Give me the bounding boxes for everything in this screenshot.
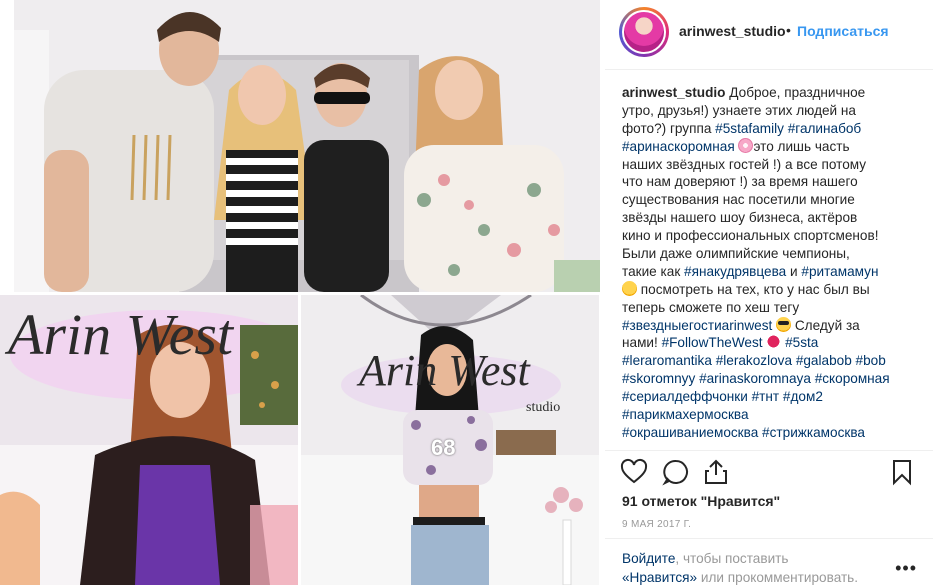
- caption-username-link[interactable]: arinwest_studio: [622, 85, 726, 100]
- caption-line: что нам доверяют !) за время нашего: [622, 173, 922, 191]
- caption-line: посмотреть на тех, кто у нас был вы: [622, 280, 922, 299]
- caption-line: звёзды нашего шоу бизнеса, актёров: [622, 209, 922, 227]
- caption-text: теперь сможете по хеш тегу: [622, 299, 800, 315]
- caption-line: существования нас посетили многие: [622, 191, 922, 209]
- likes-count[interactable]: 91 отметок "Нравится": [622, 493, 780, 509]
- hashtag-link[interactable]: #leraromantika: [622, 353, 712, 368]
- caption-text: Доброе, праздничное: [725, 85, 866, 100]
- caption-text: нами!: [622, 335, 662, 351]
- like-link[interactable]: «Нравится»: [622, 570, 697, 585]
- hashtag-link[interactable]: #тнт: [752, 389, 780, 404]
- hashtag-link[interactable]: #arinaskoromnaya: [699, 371, 811, 386]
- hashtag-link[interactable]: #янакудрявцева: [684, 264, 786, 279]
- caption-text: звёзды нашего шоу бизнеса, актёров: [622, 210, 858, 226]
- hashtag-link[interactable]: #стрижкамосква: [762, 425, 865, 440]
- post-header: arinwest_studio • Подписаться: [605, 0, 933, 70]
- hashtag-link[interactable]: #galabob: [796, 353, 852, 368]
- caption-line: #звездныегостиarinwest Следуй за: [622, 316, 922, 335]
- share-button[interactable]: [701, 457, 731, 487]
- caption-line: Были даже олимпийские чемпионы,: [622, 245, 922, 263]
- more-options-icon[interactable]: •••: [895, 558, 917, 579]
- caption-text: посмотреть на тех, кто у нас был вы: [637, 281, 870, 297]
- login-link[interactable]: Войдите: [622, 551, 675, 566]
- kiss-emoji-icon: [766, 334, 782, 350]
- caption-line: кино и профессиональных спортсменов!: [622, 227, 922, 245]
- caption-line: такие как #янакудрявцева и #ритамамун: [622, 263, 922, 281]
- hashtag-link[interactable]: #FollowTheWest: [662, 335, 763, 350]
- caption-text: Были даже олимпийские чемпионы,: [622, 246, 850, 262]
- caption-text: такие как: [622, 263, 685, 279]
- studio-sign-right: Arin West: [359, 346, 530, 395]
- header-username-link[interactable]: arinwest_studio: [679, 23, 786, 39]
- login-prompt-text: , чтобы поставить: [675, 551, 789, 566]
- hashtag-link[interactable]: #скоромная: [815, 371, 890, 386]
- post-date[interactable]: 9 МАЯ 2017 Г.: [622, 519, 691, 530]
- shirt-number: 68: [431, 435, 456, 460]
- hashtag-link[interactable]: #окрашиваниемосква: [622, 425, 758, 440]
- caption-line: фото?) группа #5stafamily #галинабоб: [622, 120, 922, 138]
- studio-sign-subtitle: studio: [526, 400, 561, 415]
- hashtag-link[interactable]: #сериалдеффчонки: [622, 389, 748, 404]
- hashtag-link[interactable]: #lerakozlova: [716, 353, 792, 368]
- caption-line: #skoromnyy #arinaskoromnaya #скоромная: [622, 370, 922, 388]
- caption-line: arinwest_studio Доброе, праздничное: [622, 84, 922, 102]
- caption-text: кино и профессиональных спортсменов!: [622, 228, 879, 244]
- cool-emoji-icon: [776, 316, 792, 332]
- hashtag-link[interactable]: #5sta: [785, 335, 818, 350]
- hashtag-link[interactable]: #аринаскоромная: [622, 139, 735, 154]
- header-separator: •: [786, 22, 791, 38]
- caption-line: наших звёздных гостей !) а все потому: [622, 156, 922, 174]
- like-button[interactable]: [619, 457, 649, 487]
- post-media-collage[interactable]: Arin West Arin West studio 68: [0, 0, 605, 585]
- caption-text: утро, друзья!) узнаете этих людей на: [622, 102, 856, 118]
- follow-button[interactable]: Подписаться: [797, 23, 889, 39]
- comment-icon: [662, 459, 688, 486]
- caption-text: Следуй за: [791, 317, 860, 333]
- caption-line: теперь сможете по хеш тегу: [622, 299, 922, 317]
- hashtag-link[interactable]: #галинабоб: [788, 121, 862, 136]
- flower-emoji-icon: [738, 137, 754, 153]
- hashtag-link[interactable]: #ритамамун: [801, 264, 878, 279]
- caption-line: #парикмахермосква: [622, 406, 922, 424]
- smile-emoji-icon: [622, 280, 637, 296]
- hashtag-link[interactable]: #5stafamily: [715, 121, 784, 136]
- caption-line: #аринаскоромная это лишь часть: [622, 137, 922, 156]
- avatar[interactable]: [622, 10, 666, 54]
- caption-text: наших звёздных гостей !) а все потому: [622, 156, 867, 172]
- caption-text: что нам доверяют !) за время нашего: [622, 174, 858, 190]
- hashtag-link[interactable]: #дом2: [783, 389, 823, 404]
- hashtag-link[interactable]: #skoromnyy: [622, 371, 695, 386]
- caption-line: #сериалдеффчонки #тнт #дом2: [622, 388, 922, 406]
- save-button[interactable]: [887, 457, 917, 487]
- woman-crop-top-photo: Arin West studio 68: [301, 295, 599, 585]
- hashtag-link[interactable]: #парикмахермосква: [622, 407, 749, 422]
- caption-line: #окрашиваниемосква #стрижкамосква: [622, 424, 922, 442]
- woman-leather-jacket-photo: Arin West: [0, 295, 298, 585]
- share-icon: [705, 459, 727, 484]
- group-photo-illustration: [14, 0, 600, 292]
- caption-line: #leraromantika #lerakozlova #galabob #bo…: [622, 352, 922, 370]
- heart-icon: [620, 458, 648, 484]
- bookmark-icon: [893, 460, 911, 486]
- caption-text: это лишь часть: [753, 138, 850, 154]
- caption-text: фото?) группа: [622, 120, 716, 136]
- post-action-bar: [605, 450, 933, 494]
- caption-line: нами! #FollowTheWest #5sta: [622, 334, 922, 352]
- group-photo: [14, 0, 600, 292]
- hashtag-link[interactable]: #bob: [856, 353, 886, 368]
- comment-button[interactable]: [661, 457, 691, 487]
- caption-line: утро, друзья!) узнаете этих людей на: [622, 102, 922, 120]
- avatar-story-ring[interactable]: [619, 7, 669, 57]
- hashtag-link[interactable]: #звездныегостиarinwest: [622, 318, 772, 333]
- login-prompt: Войдите, чтобы поставить «Нравится» или …: [605, 538, 933, 585]
- post-side-panel: arinwest_studio • Подписаться arinwest_s…: [605, 0, 933, 585]
- caption-text: и: [786, 263, 802, 279]
- comment-prompt-text: или прокомментировать.: [697, 570, 859, 585]
- studio-sign-left: Arin West: [8, 302, 234, 367]
- caption-text: существования нас посетили многие: [622, 192, 855, 208]
- post-caption: arinwest_studio Доброе, праздничное утро,…: [622, 84, 922, 444]
